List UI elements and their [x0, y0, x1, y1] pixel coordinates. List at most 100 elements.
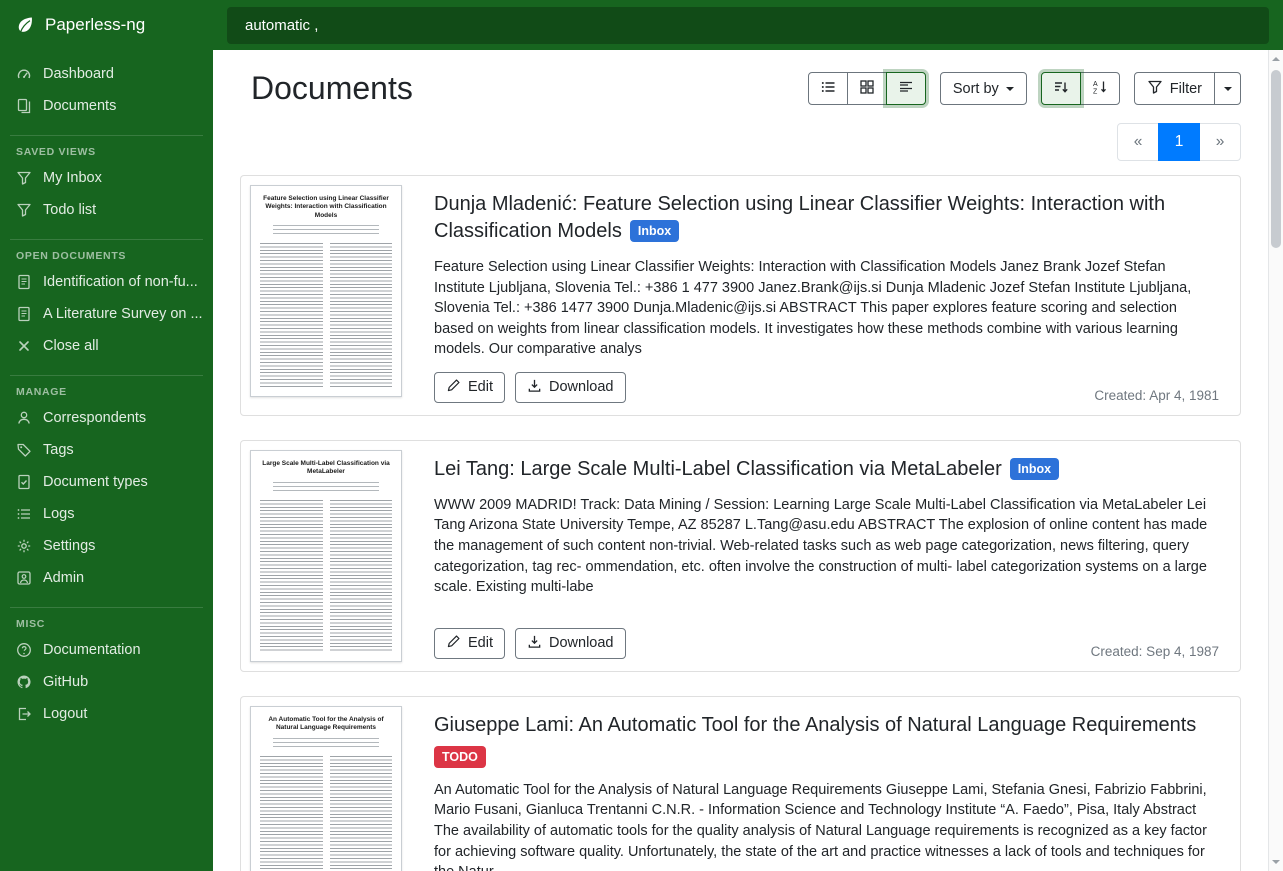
- sidebar-item-label: Documentation: [43, 642, 141, 658]
- sidebar-item-label: Tags: [43, 442, 74, 458]
- scrollbar-thumb[interactable]: [1271, 70, 1281, 248]
- sidebar-item-settings[interactable]: Settings: [0, 530, 213, 562]
- sidebar-item-correspondents[interactable]: Correspondents: [0, 402, 213, 434]
- sort-alpha-down-icon: AZ: [1092, 79, 1108, 99]
- sidebar-item-my-inbox[interactable]: My Inbox: [0, 162, 213, 194]
- scroll-down-arrow-icon[interactable]: [1269, 855, 1283, 869]
- sidebar-item-close-all[interactable]: Close all: [0, 330, 213, 362]
- thumbnail-authors: [273, 738, 379, 749]
- sidebar-item-admin[interactable]: Admin: [0, 562, 213, 594]
- pagination-next[interactable]: »: [1199, 123, 1241, 161]
- scrollbar[interactable]: [1268, 50, 1283, 871]
- brand[interactable]: Paperless-ng: [0, 0, 213, 50]
- pagination-previous[interactable]: «: [1117, 123, 1159, 161]
- funnel-icon: [16, 202, 32, 218]
- dashboard-icon: [16, 66, 32, 82]
- pagination: « 1 »: [1117, 123, 1241, 161]
- app-window: Paperless-ng Dashboard Documents SAVED V…: [0, 0, 1283, 871]
- sidebar-section-open-documents: OPEN DOCUMENTS: [10, 239, 203, 266]
- github-icon: [16, 674, 32, 690]
- sidebar-item-logout[interactable]: Logout: [0, 698, 213, 730]
- list-view-icon: [820, 79, 836, 99]
- sidebar-item-dashboard[interactable]: Dashboard: [0, 58, 213, 90]
- document-title-link[interactable]: Dunja Mladenić: Feature Selection using …: [434, 193, 1165, 242]
- sidebar-item-label: Identification of non-fu...: [43, 274, 198, 290]
- view-details-button[interactable]: [886, 72, 926, 105]
- document-thumbnail[interactable]: Large Scale Multi-Label Classification v…: [241, 441, 411, 671]
- svg-text:A: A: [1093, 81, 1098, 88]
- sort-amount-down-icon: [1053, 79, 1069, 99]
- document-badge-row: TODO: [434, 746, 1219, 768]
- sidebar-item-label: Close all: [43, 338, 99, 354]
- close-icon: [16, 338, 32, 354]
- sidebar-item-github[interactable]: GitHub: [0, 666, 213, 698]
- document-title-link[interactable]: Lei Tang: Large Scale Multi-Label Classi…: [434, 458, 1002, 480]
- pagination-page-1[interactable]: 1: [1158, 123, 1200, 161]
- filter-dropdown-toggle[interactable]: [1214, 72, 1241, 105]
- filter-button[interactable]: Filter: [1134, 72, 1215, 105]
- logout-icon: [16, 706, 32, 722]
- sort-descending-button[interactable]: [1041, 72, 1081, 105]
- toolbar: Sort by AZ: [808, 72, 1241, 105]
- tag-badge-inbox[interactable]: Inbox: [1010, 458, 1059, 480]
- document-card-body: Giuseppe Lami: An Automatic Tool for the…: [411, 697, 1240, 871]
- sidebar-section-manage: MANAGE: [10, 375, 203, 402]
- document-thumbnail[interactable]: An Automatic Tool for the Analysis of Na…: [241, 697, 411, 871]
- file-text-icon: [16, 306, 32, 322]
- sidebar-item-label: Settings: [43, 538, 95, 554]
- thumbnail-text-lines: [260, 243, 392, 387]
- download-button[interactable]: Download: [515, 628, 626, 659]
- edit-button[interactable]: Edit: [434, 372, 505, 403]
- view-list-button[interactable]: [808, 72, 848, 105]
- filter-split-button: Filter: [1134, 72, 1241, 105]
- sidebar-section-misc: MISC: [10, 607, 203, 634]
- sidebar-item-todo-list[interactable]: Todo list: [0, 194, 213, 226]
- sort-alpha-button[interactable]: AZ: [1080, 72, 1120, 105]
- sidebar-item-open-document-1[interactable]: Identification of non-fu...: [0, 266, 213, 298]
- search-input[interactable]: [227, 7, 1269, 44]
- tag-badge-inbox[interactable]: Inbox: [630, 220, 679, 242]
- person-icon: [16, 410, 32, 426]
- tag-badge-todo[interactable]: TODO: [434, 746, 486, 768]
- sidebar-item-document-types[interactable]: Document types: [0, 466, 213, 498]
- thumbnail-page: Large Scale Multi-Label Classification v…: [250, 450, 402, 662]
- document-title-row: Giuseppe Lami: An Automatic Tool for the…: [434, 712, 1219, 739]
- sidebar-item-documents[interactable]: Documents: [0, 90, 213, 122]
- sidebar-item-documentation[interactable]: Documentation: [0, 634, 213, 666]
- thumbnail-page: Feature Selection using Linear Classifie…: [250, 185, 402, 397]
- sort-by-label: Sort by: [953, 81, 999, 97]
- funnel-icon: [16, 170, 32, 186]
- document-card-footer: Edit Download Created: Sep 4, 1987: [434, 616, 1219, 659]
- sidebar-item-logs[interactable]: Logs: [0, 498, 213, 530]
- thumbnail-title: Feature Selection using Linear Classifie…: [261, 195, 391, 220]
- download-button[interactable]: Download: [515, 372, 626, 403]
- list-icon: [16, 506, 32, 522]
- document-excerpt: An Automatic Tool for the Analysis of Na…: [434, 780, 1219, 871]
- view-grid-button[interactable]: [847, 72, 887, 105]
- filter-label: Filter: [1170, 81, 1202, 97]
- thumbnail-page: An Automatic Tool for the Analysis of Na…: [250, 706, 402, 871]
- scroll-up-arrow-icon[interactable]: [1269, 52, 1283, 66]
- download-icon: [527, 378, 542, 397]
- person-square-icon: [16, 570, 32, 586]
- sort-direction-group: AZ: [1041, 72, 1120, 105]
- details-view-icon: [898, 79, 914, 99]
- document-title-link[interactable]: Giuseppe Lami: An Automatic Tool for the…: [434, 714, 1196, 736]
- sidebar-item-open-document-2[interactable]: A Literature Survey on ...: [0, 298, 213, 330]
- file-text-icon: [16, 274, 32, 290]
- thumbnail-title: Large Scale Multi-Label Classification v…: [261, 460, 391, 477]
- pencil-icon: [446, 378, 461, 397]
- paperless-logo-icon: [15, 15, 35, 35]
- document-thumbnail[interactable]: Feature Selection using Linear Classifie…: [241, 176, 411, 415]
- sidebar-item-label: Todo list: [43, 202, 96, 218]
- gear-icon: [16, 538, 32, 554]
- document-card: Feature Selection using Linear Classifie…: [240, 175, 1241, 416]
- sort-by-dropdown[interactable]: Sort by: [940, 72, 1027, 105]
- view-mode-group: [808, 72, 926, 105]
- sidebar-section-saved-views: SAVED VIEWS: [10, 135, 203, 162]
- document-excerpt: Feature Selection using Linear Classifie…: [434, 257, 1219, 360]
- edit-button[interactable]: Edit: [434, 628, 505, 659]
- caret-down-icon: [1006, 87, 1014, 95]
- sidebar-item-label: Documents: [43, 98, 116, 114]
- sidebar-item-tags[interactable]: Tags: [0, 434, 213, 466]
